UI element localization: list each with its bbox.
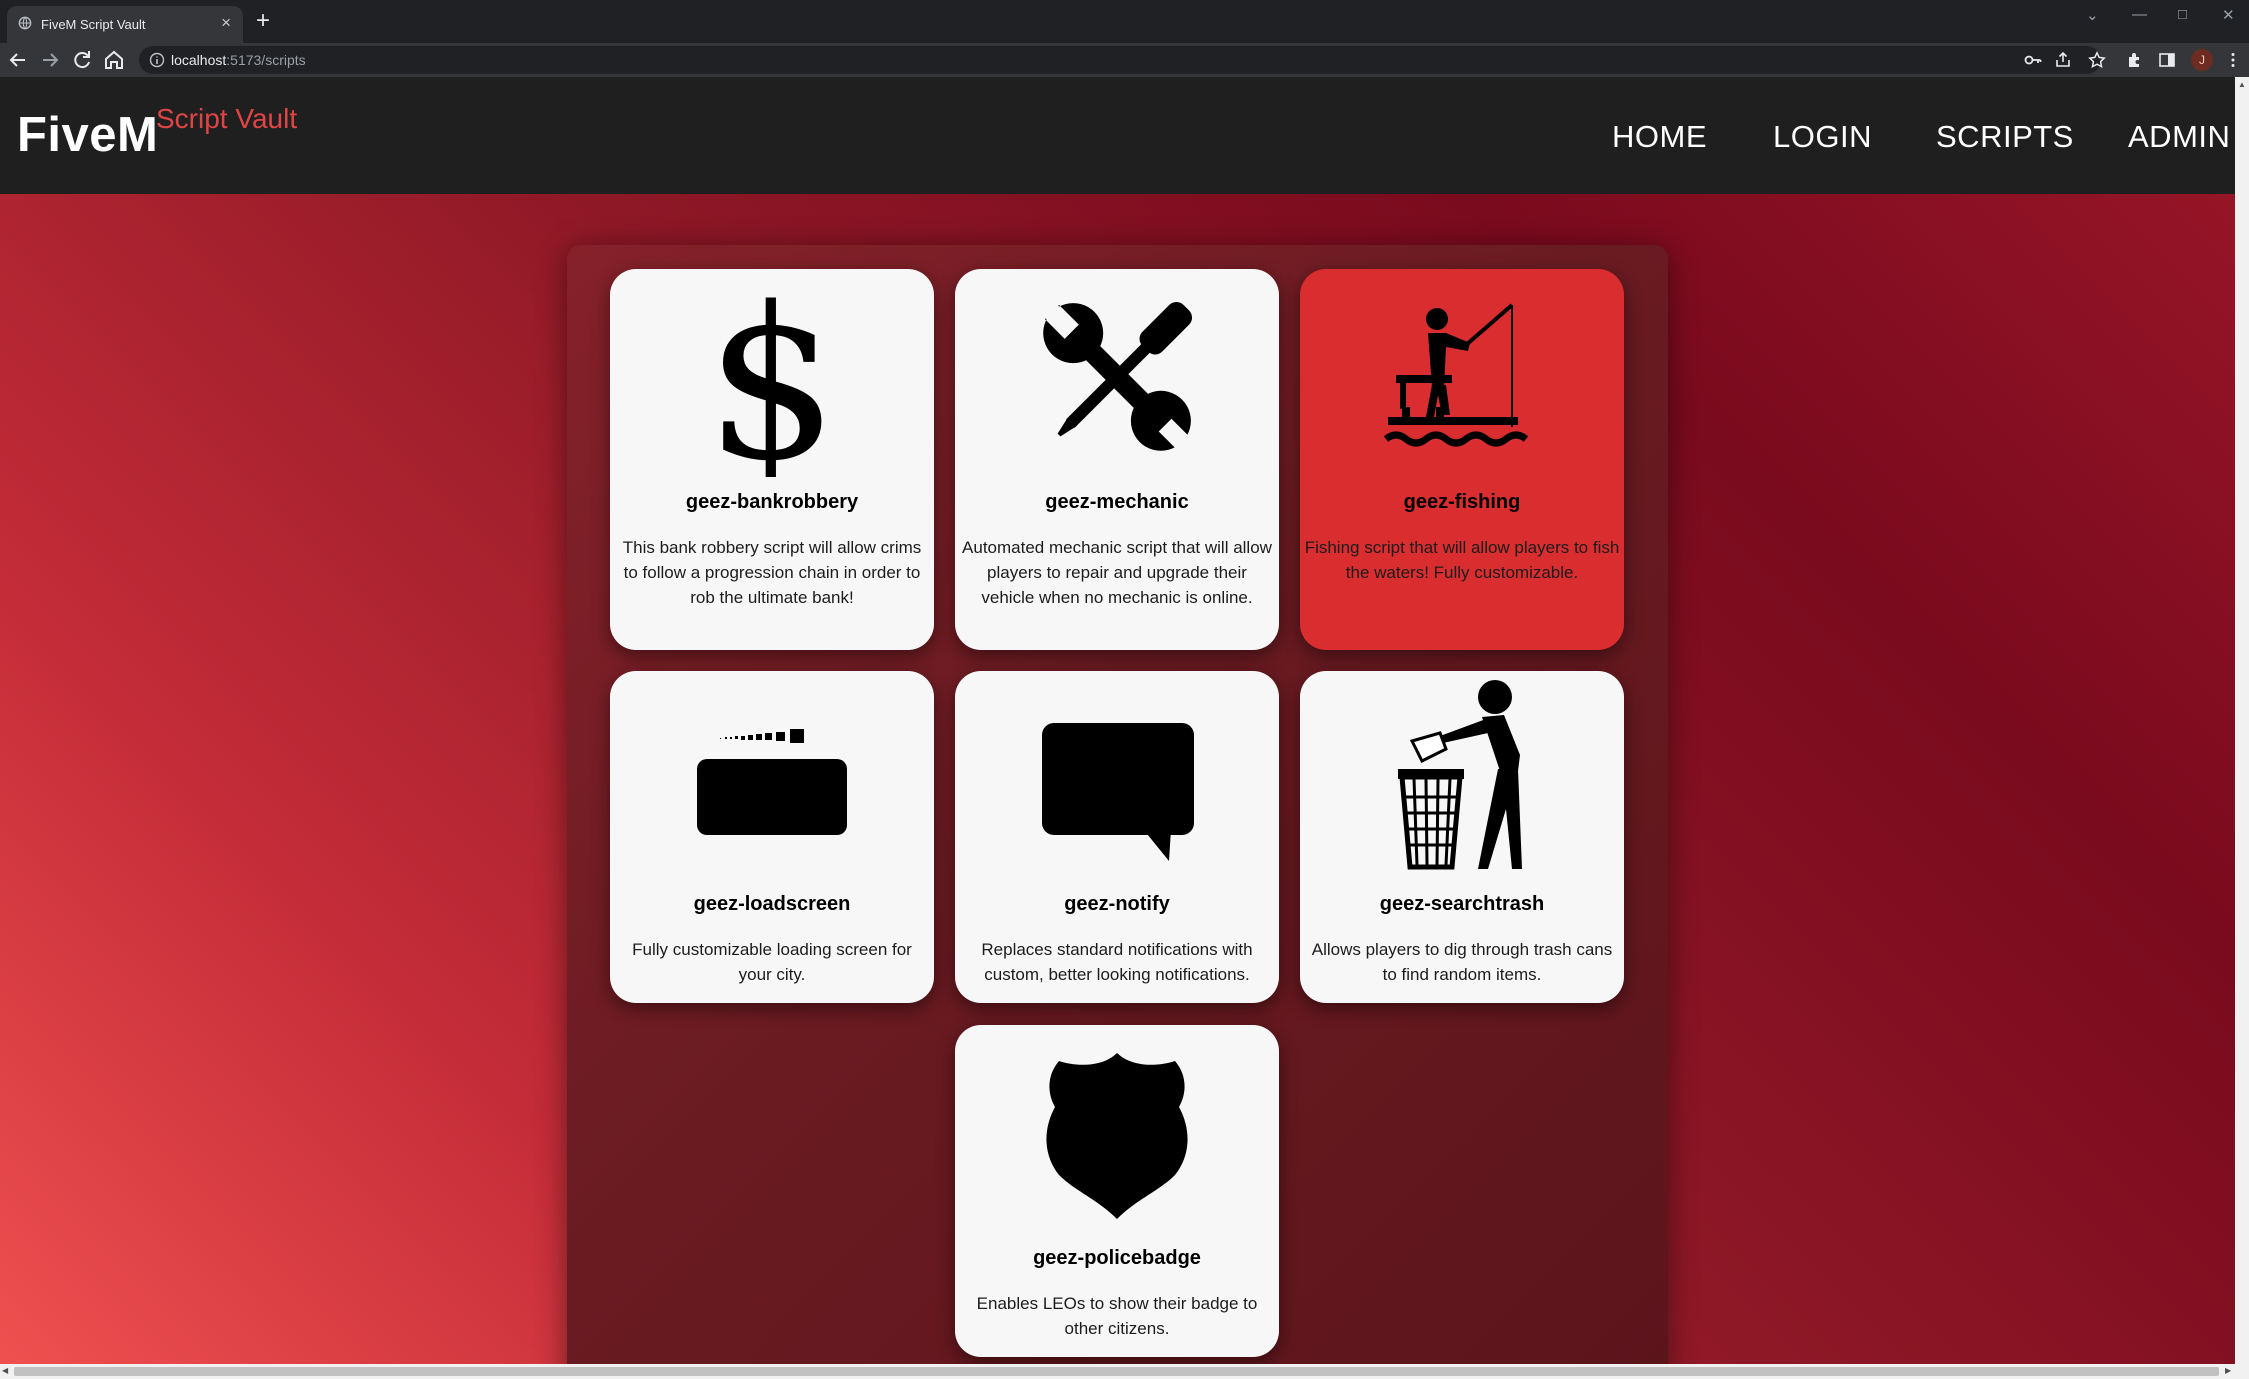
script-description: This bank robbery script will allow crim… (622, 538, 922, 607)
vertical-scrollbar[interactable]: ▲ (2235, 77, 2249, 1364)
extensions-icon[interactable] (2126, 51, 2144, 69)
home-icon[interactable] (102, 48, 126, 72)
script-name: geez-loadscreen (693, 893, 851, 915)
scrollbar-thumb[interactable] (14, 1367, 2219, 1376)
script-description: Replaces standard notifications with cus… (981, 940, 1253, 984)
browser-tab[interactable]: FiveM Script Vault × (7, 6, 243, 43)
browser-toolbar: localhost:5173/scripts J (0, 43, 2249, 77)
script-name: geez-mechanic (1045, 491, 1189, 513)
minimize-icon[interactable]: — (2132, 6, 2147, 23)
brand-logo[interactable]: FiveM (17, 107, 158, 163)
script-description: Automated mechanic script that will allo… (962, 538, 1272, 607)
window-close-icon[interactable]: ✕ (2222, 6, 2235, 24)
browser-tab-bar: FiveM Script Vault × + ⌄ — □ ✕ (0, 0, 2249, 43)
tab-search-icon[interactable]: ⌄ (2086, 6, 2099, 24)
share-icon[interactable] (2054, 51, 2072, 69)
script-card-bankrobbery[interactable]: $ geez-bankrobbery This bank robbery scr… (610, 269, 934, 650)
script-description: Allows players to dig through trash cans… (1311, 940, 1613, 984)
url-text: localhost:5173/scripts (171, 52, 306, 68)
nav-login[interactable]: LOGIN (1773, 119, 1872, 155)
key-icon[interactable] (2024, 51, 2042, 69)
wrench-screwdriver-icon (1041, 301, 1193, 452)
script-card-mechanic[interactable]: geez-mechanic Automated mechanic script … (955, 269, 1279, 650)
fishing-icon (1383, 303, 1529, 447)
script-card-policebadge[interactable]: geez-policebadge Enables LEOs to show th… (955, 1025, 1279, 1357)
script-name: geez-notify (1064, 893, 1170, 915)
tab-title: FiveM Script Vault (41, 17, 146, 32)
script-name: geez-policebadge (1033, 1247, 1201, 1269)
script-description: Fully customizable loading screen for yo… (632, 940, 912, 984)
script-name: geez-searchtrash (1379, 893, 1545, 915)
reload-icon[interactable] (70, 48, 94, 72)
forward-icon[interactable] (38, 48, 62, 72)
dollar-icon: $ (705, 277, 839, 477)
globe-icon (18, 16, 32, 30)
script-card-notify[interactable]: geez-notify Replaces standard notificati… (955, 671, 1279, 1003)
horizontal-scrollbar[interactable]: ◀ ▶ (0, 1364, 2249, 1379)
script-card-loadscreen[interactable]: geez-loadscreen Fully customizable loadi… (610, 671, 934, 1003)
nav-scripts[interactable]: SCRIPTS (1936, 119, 2074, 155)
trash-person-icon (1398, 680, 1522, 870)
scroll-right-icon[interactable]: ▶ (2225, 1366, 2231, 1375)
police-badge-icon (1046, 1053, 1188, 1219)
url-host: localhost (171, 52, 227, 68)
close-tab-icon[interactable]: × (221, 13, 231, 33)
scripts-container: $ geez-bankrobbery This bank robbery scr… (567, 245, 1668, 1364)
side-panel-icon[interactable] (2158, 51, 2176, 69)
menu-dots-icon[interactable] (2224, 51, 2242, 69)
maximize-icon[interactable]: □ (2178, 6, 2187, 23)
script-name: geez-fishing (1403, 491, 1521, 513)
script-name: geez-bankrobbery (685, 491, 859, 513)
page-viewport: FiveM Script Vault HOME LOGIN SCRIPTS AD… (0, 77, 2235, 1364)
svg-text:$: $ (705, 277, 839, 477)
scroll-left-icon[interactable]: ◀ (2, 1366, 8, 1375)
address-bar[interactable]: localhost:5173/scripts (139, 46, 2101, 74)
nav-home[interactable]: HOME (1612, 119, 1707, 155)
url-path: :5173/scripts (226, 52, 306, 68)
back-icon[interactable] (6, 48, 30, 72)
script-card-searchtrash[interactable]: geez-searchtrash Allows players to dig t… (1300, 671, 1624, 1003)
script-card-fishing[interactable]: geez-fishing Fishing script that will al… (1300, 269, 1624, 650)
profile-avatar[interactable]: J (2191, 49, 2213, 71)
nav-admin[interactable]: ADMIN (2128, 119, 2230, 155)
brand-subtitle: Script Vault (156, 103, 298, 134)
bookmark-star-icon[interactable] (2088, 51, 2106, 69)
site-navbar: FiveM Script Vault HOME LOGIN SCRIPTS AD… (0, 77, 2235, 194)
loading-bar-icon (697, 729, 847, 835)
script-description: Enables LEOs to show their badge to othe… (976, 1294, 1258, 1338)
site-info-icon[interactable] (149, 52, 165, 68)
new-tab-icon[interactable]: + (256, 6, 270, 36)
speech-bubble-icon (1042, 723, 1194, 861)
scroll-up-icon[interactable]: ▲ (2238, 80, 2246, 89)
script-description: Fishing script that will allow players t… (1304, 538, 1620, 582)
